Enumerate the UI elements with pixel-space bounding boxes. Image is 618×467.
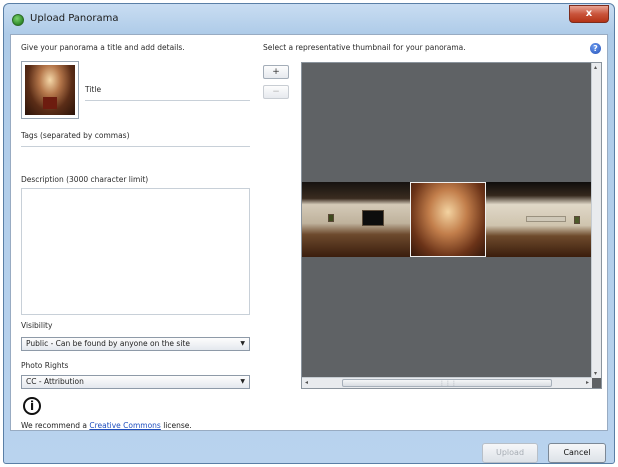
creative-commons-attribution-icon: i bbox=[23, 397, 41, 415]
scroll-grip: ⋮⋮⋮ bbox=[439, 380, 457, 387]
window-title: Upload Panorama bbox=[30, 13, 119, 24]
upload-button[interactable]: Upload bbox=[482, 443, 538, 463]
recommend-suffix: license. bbox=[160, 421, 192, 430]
visibility-value: Public - Can be found by anyone on the s… bbox=[26, 339, 190, 348]
horizontal-scrollbar[interactable]: ◂ ⋮⋮⋮ ▸ bbox=[302, 377, 592, 388]
vertical-scrollbar[interactable]: ▴ ▾ bbox=[591, 63, 601, 378]
license-recommendation: We recommend a Creative Commons license. bbox=[21, 421, 192, 430]
thumbnail-image bbox=[25, 65, 75, 115]
zoom-out-button[interactable]: − bbox=[263, 85, 289, 99]
panorama-viewer[interactable]: ▴ ▾ ◂ ⋮⋮⋮ ▸ bbox=[301, 62, 602, 389]
tags-input[interactable] bbox=[21, 139, 250, 147]
chevron-down-icon: ▼ bbox=[240, 378, 245, 385]
dialog-footer: Upload Cancel bbox=[4, 431, 614, 463]
title-bar[interactable]: Upload Panorama x bbox=[4, 4, 614, 34]
description-label: Description (3000 character limit) bbox=[21, 175, 149, 184]
gallery-painting bbox=[574, 216, 580, 224]
dialog-content: Give your panorama a title and add detai… bbox=[10, 34, 608, 431]
thumbnail-intro: Select a representative thumbnail for yo… bbox=[263, 43, 466, 52]
gallery-painting bbox=[362, 210, 384, 226]
photo-rights-value: CC - Attribution bbox=[26, 377, 84, 386]
recommend-prefix: We recommend a bbox=[21, 421, 90, 430]
creative-commons-link[interactable]: Creative Commons bbox=[89, 421, 161, 430]
upload-panorama-dialog: Upload Panorama x Give your panorama a t… bbox=[3, 3, 615, 464]
panorama-segment-left bbox=[302, 182, 410, 257]
close-button[interactable]: x bbox=[569, 5, 609, 23]
zoom-in-button[interactable]: + bbox=[263, 65, 289, 79]
gallery-painting bbox=[328, 214, 334, 222]
thumbnail-selection-frame[interactable] bbox=[410, 182, 486, 257]
horizontal-scroll-thumb[interactable]: ⋮⋮⋮ bbox=[342, 379, 552, 387]
photo-rights-select[interactable]: CC - Attribution ▼ bbox=[21, 375, 250, 389]
scroll-left-icon[interactable]: ◂ bbox=[305, 379, 308, 386]
cancel-button[interactable]: Cancel bbox=[548, 443, 606, 463]
visibility-select[interactable]: Public - Can be found by anyone on the s… bbox=[21, 337, 250, 351]
visibility-label: Visibility bbox=[21, 321, 53, 330]
gallery-painting bbox=[526, 216, 566, 222]
scroll-down-icon[interactable]: ▾ bbox=[594, 370, 597, 377]
photo-rights-label: Photo Rights bbox=[21, 361, 69, 370]
chevron-down-icon: ▼ bbox=[240, 340, 245, 347]
panorama-app-icon bbox=[12, 14, 24, 26]
title-input[interactable] bbox=[85, 93, 250, 101]
scroll-up-icon[interactable]: ▴ bbox=[594, 64, 597, 71]
scroll-right-icon[interactable]: ▸ bbox=[586, 379, 589, 386]
details-intro: Give your panorama a title and add detai… bbox=[21, 43, 185, 52]
description-textarea[interactable] bbox=[21, 188, 250, 315]
help-icon[interactable]: ? bbox=[590, 43, 601, 54]
selected-thumbnail bbox=[21, 61, 79, 119]
